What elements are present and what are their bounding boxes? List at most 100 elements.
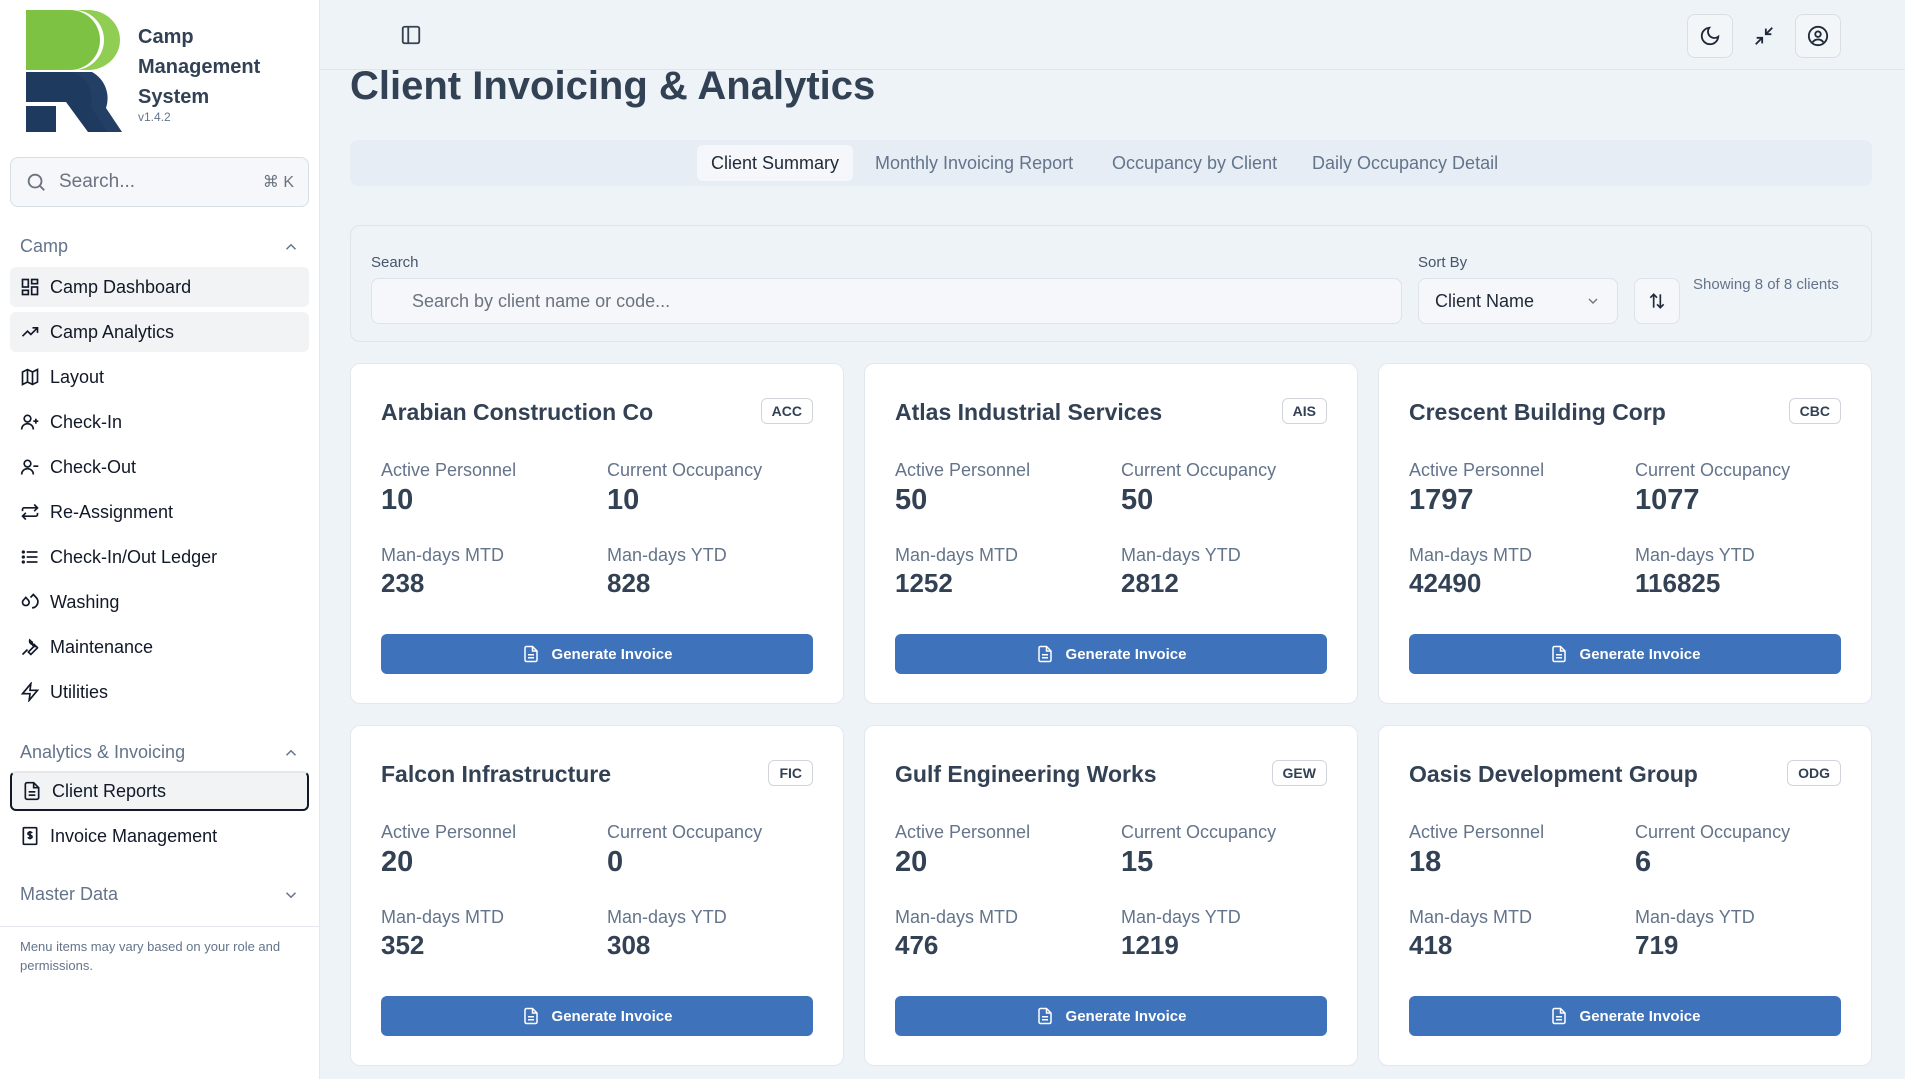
list-icon — [21, 550, 38, 564]
generate-invoice-button[interactable]: Generate Invoice — [895, 634, 1327, 674]
generate-invoice-label: Generate Invoice — [1065, 1007, 1187, 1025]
theme-toggle-button[interactable] — [1687, 14, 1733, 58]
client-name: Crescent Building Corp — [1409, 399, 1666, 425]
generate-invoice-label: Generate Invoice — [551, 645, 673, 663]
sidebar-item-client-reports[interactable]: Client Reports — [10, 771, 309, 811]
man-days-mtd-value: 476 — [895, 930, 939, 960]
man-days-mtd-label: Man-days MTD — [1409, 907, 1533, 927]
file-text-icon — [523, 1007, 538, 1025]
section-camp-header[interactable]: Camp — [20, 236, 300, 257]
droplets-icon — [21, 593, 39, 609]
tab-client-summary[interactable]: Client Summary — [697, 145, 854, 181]
man-days-ytd-label: Man-days YTD — [607, 907, 727, 927]
generate-invoice-label: Generate Invoice — [1065, 645, 1187, 663]
tab-daily-occupancy-detail[interactable]: Daily Occupancy Detail — [1298, 145, 1512, 181]
generate-invoice-button[interactable]: Generate Invoice — [1409, 996, 1841, 1036]
file-text-icon — [24, 781, 40, 801]
sidebar-item-re-assignment[interactable]: Re-Assignment — [10, 492, 309, 532]
sidebar-search[interactable]: Search... ⌘ K — [10, 157, 309, 207]
sidebar-item-check-out[interactable]: Check-Out — [10, 447, 309, 487]
sort-direction-button[interactable] — [1634, 278, 1680, 324]
client-search-input[interactable]: Search by client name or code... — [371, 278, 1402, 324]
sidebar-item-label: Utilities — [50, 681, 109, 702]
active-personnel-label: Active Personnel — [381, 822, 517, 842]
active-personnel-label: Active Personnel — [1409, 460, 1545, 480]
receipt-icon — [22, 826, 38, 846]
sidebar-item-camp-analytics[interactable]: Camp Analytics — [10, 312, 309, 352]
section-master-data-label: Master Data — [20, 884, 119, 904]
shortcut-hint: ⌘ K — [262, 174, 294, 191]
sort-by-value: Client Name — [1435, 290, 1535, 311]
sidebar-item-label: Washing — [50, 591, 120, 612]
section-analytics-label: Analytics & Invoicing — [20, 742, 186, 762]
sidebar-search-placeholder: Search... — [59, 171, 136, 192]
moon-icon — [1700, 26, 1720, 46]
client-card: Arabian Construction Co ACC Active Perso… — [350, 363, 844, 704]
search-label: Search — [371, 254, 419, 271]
section-master-data-header[interactable]: Master Data — [20, 884, 300, 905]
sidebar-item-invoice-management[interactable]: Invoice Management — [10, 816, 309, 856]
active-personnel-value: 50 — [895, 484, 928, 516]
file-text-icon — [1551, 645, 1566, 663]
generate-invoice-button[interactable]: Generate Invoice — [381, 634, 813, 674]
sidebar-item-layout[interactable]: Layout — [10, 357, 309, 397]
man-days-ytd-value: 828 — [607, 568, 651, 598]
man-days-ytd-label: Man-days YTD — [1635, 545, 1755, 565]
swap-arrows-icon — [21, 503, 39, 521]
sort-by-label: Sort By — [1418, 254, 1468, 271]
generate-invoice-button[interactable]: Generate Invoice — [895, 996, 1327, 1036]
tab-occupancy-by-client[interactable]: Occupancy by Client — [1098, 145, 1291, 181]
man-days-ytd-label: Man-days YTD — [1635, 907, 1755, 927]
current-occupancy-label: Current Occupancy — [1635, 822, 1791, 842]
panel-toggle-icon[interactable] — [400, 24, 422, 46]
active-personnel-value: 20 — [381, 846, 414, 878]
sidebar-divider — [0, 926, 320, 927]
client-name: Oasis Development Group — [1409, 761, 1698, 787]
report-tabs: Client Summary Monthly Invoicing Report … — [350, 140, 1872, 186]
client-name: Falcon Infrastructure — [381, 761, 612, 787]
man-days-mtd-value: 1252 — [895, 568, 953, 598]
generate-invoice-button[interactable]: Generate Invoice — [381, 996, 813, 1036]
man-days-mtd-label: Man-days MTD — [381, 907, 505, 927]
client-card: Crescent Building Corp CBC Active Person… — [1378, 363, 1872, 704]
tab-monthly-invoicing-report[interactable]: Monthly Invoicing Report — [861, 145, 1087, 181]
man-days-ytd-value: 2812 — [1121, 568, 1179, 598]
sidebar-item-camp-dashboard[interactable]: Camp Dashboard — [10, 267, 309, 307]
current-occupancy-label: Current Occupancy — [1121, 822, 1277, 842]
man-days-ytd-label: Man-days YTD — [1121, 907, 1241, 927]
section-analytics-header[interactable]: Analytics & Invoicing — [20, 742, 300, 763]
search-icon — [27, 173, 45, 191]
man-days-ytd-value: 116825 — [1635, 568, 1721, 598]
sidebar-item-ledger[interactable]: Check-In/Out Ledger — [10, 537, 309, 577]
man-days-mtd-label: Man-days MTD — [895, 907, 1019, 927]
sidebar-item-check-in[interactable]: Check-In — [10, 402, 309, 442]
map-icon — [21, 368, 39, 386]
sidebar-item-label: Camp Dashboard — [50, 276, 192, 297]
generate-invoice-label: Generate Invoice — [1579, 645, 1701, 663]
current-occupancy-label: Current Occupancy — [607, 460, 763, 480]
brand: Camp Management System v1.4.2 — [26, 10, 278, 132]
sidebar-item-washing[interactable]: Washing — [10, 582, 309, 622]
minimize-icon — [1755, 27, 1773, 45]
active-personnel-label: Active Personnel — [895, 460, 1031, 480]
sidebar-item-label: Client Reports — [52, 780, 167, 801]
fullscreen-toggle-button[interactable] — [1741, 14, 1787, 58]
sidebar-item-maintenance[interactable]: Maintenance — [10, 627, 309, 667]
sort-arrows-icon — [1649, 293, 1665, 309]
chevron-down-icon — [1588, 298, 1598, 304]
sort-by-select[interactable]: Client Name — [1418, 278, 1618, 324]
client-name: Gulf Engineering Works — [895, 761, 1157, 787]
generate-invoice-button[interactable]: Generate Invoice — [1409, 634, 1841, 674]
active-personnel-value: 18 — [1409, 846, 1442, 878]
active-personnel-value: 20 — [895, 846, 928, 878]
client-name: Arabian Construction Co — [381, 399, 654, 425]
chevron-up-icon — [285, 749, 297, 756]
client-code-badge: ACC — [760, 398, 813, 424]
active-personnel-value: 1797 — [1409, 484, 1474, 516]
man-days-mtd-value: 238 — [381, 568, 425, 598]
user-menu-button[interactable] — [1795, 14, 1841, 58]
sidebar-item-utilities[interactable]: Utilities — [10, 672, 309, 712]
client-code-badge: GEW — [1271, 760, 1327, 786]
sidebar-item-label: Maintenance — [50, 636, 154, 657]
sidebar-item-label: Check-In/Out Ledger — [50, 546, 218, 567]
